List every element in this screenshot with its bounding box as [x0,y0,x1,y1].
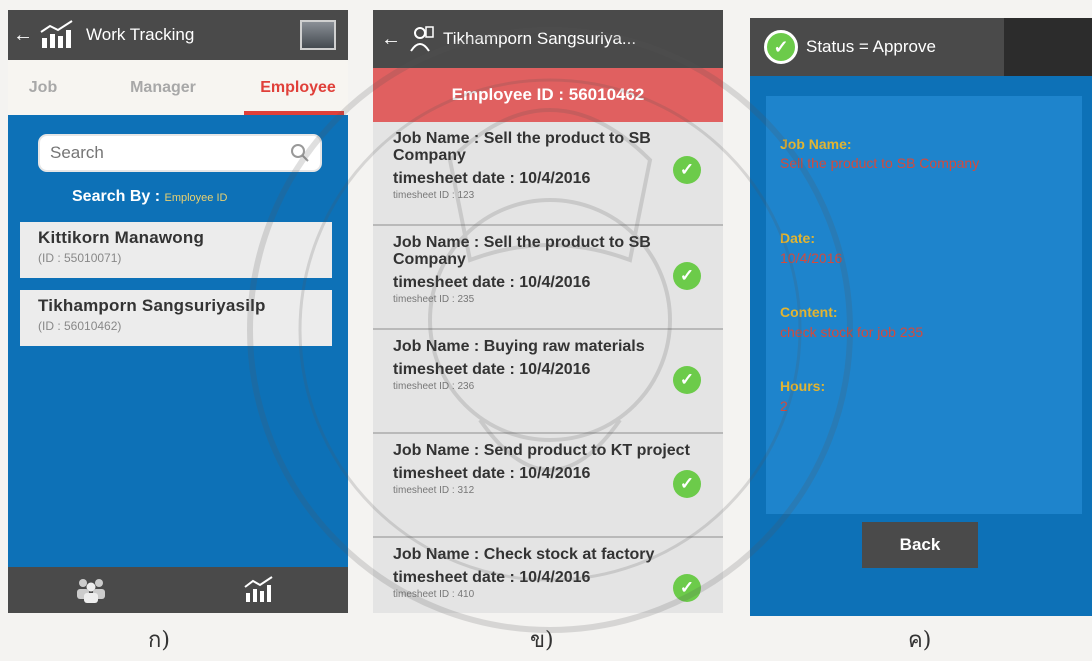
search-input[interactable] [50,143,290,163]
employee-name: Tikhamporn Sangsuriyasilp [38,296,266,315]
person-icon [410,26,434,52]
hours-label: Hours: [780,378,826,394]
timesheet-date: timesheet date : 10/4/2016 [393,274,591,291]
list-item[interactable]: Job Name : Buying raw materials timeshee… [373,330,723,434]
timesheet-id: timesheet ID : 235 [393,294,475,305]
employee-id-header: Employee ID : 56010462 [373,68,723,122]
job-name: Job Name : Buying raw materials [393,338,645,355]
check-icon: ✓ [673,262,701,290]
search-by-value[interactable]: Employee ID [165,192,228,204]
tab-job[interactable]: Job [8,79,78,97]
employee-name: Kittikorn Manawong [38,228,205,247]
job-name: Job Name : Send product to KT project [393,442,690,459]
job-name: Job Name : Sell the product to SB Compan… [393,130,651,164]
check-icon: ✓ [673,574,701,602]
list-item[interactable]: Job Name : Send product to KT project ti… [373,434,723,538]
timesheet-date: timesheet date : 10/4/2016 [393,465,591,482]
employee-id: (ID : 56010462) [38,319,122,333]
date-label: Date: [780,230,816,246]
list-item[interactable]: Job Name : Sell the product to SB Compan… [373,122,723,226]
timesheet-date: timesheet date : 10/4/2016 [393,170,591,187]
timesheet-id: timesheet ID : 236 [393,381,475,392]
caption-b: ข) [530,628,554,653]
bottom-nav [8,567,348,613]
content-label: Content: [780,304,838,320]
timesheet-date: timesheet date : 10/4/2016 [393,361,591,378]
list-item[interactable]: Kittikorn Manawong (ID : 55010071) [20,222,332,278]
job-name-label: Job Name: [780,136,852,152]
search-by[interactable]: Search By : Employee ID [72,188,227,206]
list-item[interactable]: Job Name : Sell the product to SB Compan… [373,226,723,330]
back-button[interactable]: Back [862,522,978,568]
date-value: 10/4/2016 [780,250,843,266]
content-value: check stock for job 235 [780,324,924,340]
active-tab-indicator [244,111,344,115]
screen-title: Tikhamporn Sangsuriya... [443,29,637,48]
check-icon: ✓ [673,156,701,184]
caption-c: ค) [908,628,932,653]
list-item[interactable]: Tikhamporn Sangsuriyasilp (ID : 56010462… [20,290,332,346]
timesheet-id: timesheet ID : 123 [393,190,475,201]
timesheet-id: timesheet ID : 312 [393,485,475,496]
tab-manager[interactable]: Manager [78,79,248,97]
employee-id: (ID : 55010071) [38,251,122,265]
app-title: Work Tracking [86,25,195,44]
search-by-label: Search By : [72,188,161,205]
back-arrow-icon[interactable]: ← [8,24,38,47]
timesheet-date: timesheet date : 10/4/2016 [393,569,591,586]
job-name: Job Name : Sell the product to SB Compan… [393,234,651,268]
search-icon[interactable] [290,143,310,163]
check-icon: ✓ [673,366,701,394]
app-bar: ← Work Tracking [8,10,348,60]
caption-a: ก) [148,628,170,653]
chart-icon [40,20,73,48]
employee-search-screen: ← Work Tracking Job Manager Employee Sea… [8,10,348,613]
app-bar: ✓ Status = Approve [750,18,1092,76]
list-item[interactable]: Job Name : Check stock at factory timesh… [373,538,723,613]
timesheet-list-screen: ← Tikhamporn Sangsuriya... Employee ID :… [373,10,723,613]
tab-employee[interactable]: Employee [248,79,348,97]
job-name-value: Sell the product to SB Company [780,155,980,171]
search-box[interactable] [38,134,322,172]
back-arrow-icon[interactable]: ← [373,28,409,51]
app-bar: ← Tikhamporn Sangsuriya... [373,10,723,68]
timesheet-detail-screen: ✓ Status = Approve Job Name: Sell the pr… [750,18,1092,616]
check-icon: ✓ [673,470,701,498]
status-title: Status = Approve [806,37,936,56]
timesheet-id: timesheet ID : 410 [393,589,475,600]
job-name: Job Name : Check stock at factory [393,546,655,563]
approved-check-icon: ✓ [764,30,798,64]
hours-value: 2 [780,398,788,414]
people-icon[interactable] [74,575,108,605]
avatar[interactable] [300,20,336,50]
chart-icon[interactable] [242,575,276,605]
tab-bar: Job Manager Employee [8,60,348,115]
